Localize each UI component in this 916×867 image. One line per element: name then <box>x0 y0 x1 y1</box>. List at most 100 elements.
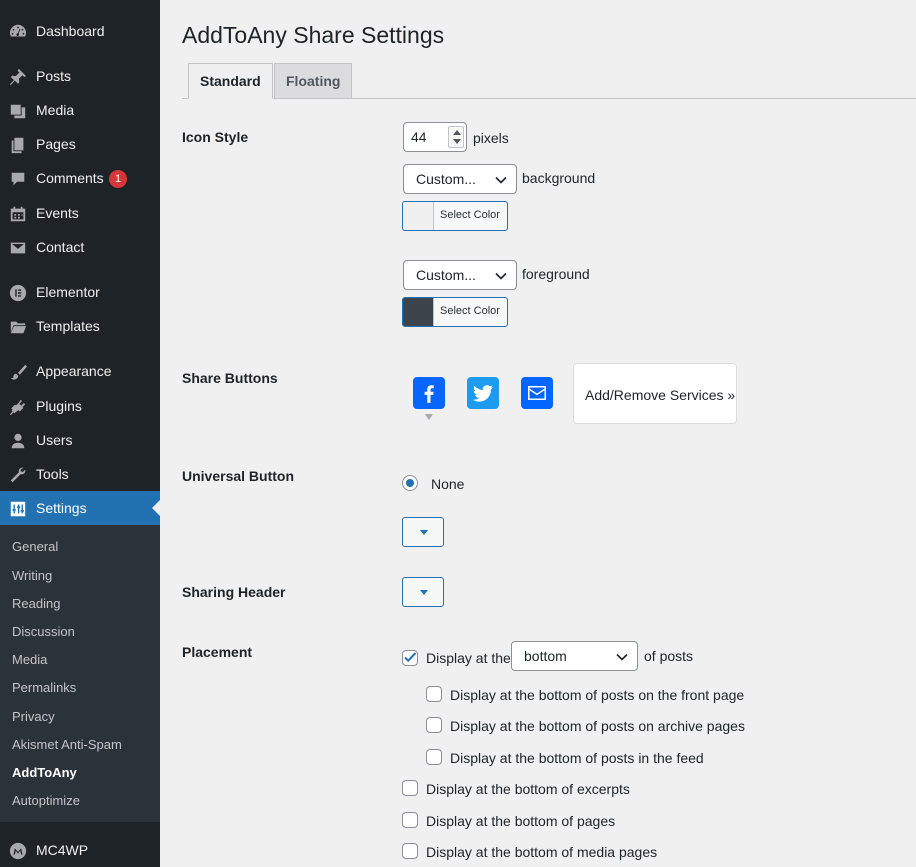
background-select-value: Custom... <box>416 171 476 187</box>
menu-appearance[interactable]: Appearance <box>0 354 160 388</box>
spin-down-icon <box>453 139 461 144</box>
chevron-down-icon <box>495 176 507 184</box>
comment-icon <box>8 169 28 189</box>
feed-checkbox[interactable] <box>426 749 442 765</box>
background-label: background <box>522 170 596 186</box>
menu-label: Users <box>36 432 73 448</box>
twitter-icon[interactable] <box>467 377 499 409</box>
submenu-privacy[interactable]: Privacy <box>12 709 55 724</box>
facebook-icon[interactable] <box>413 377 445 409</box>
pin-icon <box>8 67 28 87</box>
display-posts-suffix: of posts <box>644 648 694 664</box>
menu-label: Templates <box>36 318 100 334</box>
background-color-button[interactable]: Select Color <box>402 201 508 231</box>
sharing-header-toggle[interactable] <box>402 577 444 607</box>
sliders-icon <box>8 499 28 519</box>
foreground-label: foreground <box>522 266 590 282</box>
placement-position-value: bottom <box>524 648 567 664</box>
page-title: AddToAny Share Settings <box>182 22 445 48</box>
comments-count-badge: 1 <box>109 170 127 188</box>
menu-label: Appearance <box>36 363 112 379</box>
add-remove-services-label: Add/Remove Services » <box>585 387 736 403</box>
menu-settings[interactable]: Settings <box>0 491 160 525</box>
media-icon <box>8 101 28 121</box>
media-pages-checkbox[interactable] <box>402 843 418 859</box>
envelope-icon <box>8 238 28 258</box>
sharing-header-label: Sharing Header <box>182 584 286 600</box>
chevron-down-icon <box>616 653 628 661</box>
menu-label: Dashboard <box>36 23 105 39</box>
share-buttons-label: Share Buttons <box>182 370 278 386</box>
foreground-color-swatch <box>403 298 434 326</box>
foreground-color-button[interactable]: Select Color <box>402 297 508 327</box>
tab-standard[interactable]: Standard <box>188 63 273 99</box>
spin-up-icon <box>453 130 461 135</box>
plugin-icon <box>8 397 28 417</box>
pages-icon <box>8 135 28 155</box>
checkmark-icon <box>404 652 417 663</box>
menu-users[interactable]: Users <box>0 423 160 457</box>
media-pages-label: Display at the bottom of media pages <box>426 844 658 860</box>
icon-size-spinner[interactable] <box>448 126 464 148</box>
menu-templates[interactable]: Templates <box>0 309 160 343</box>
display-posts-checkbox[interactable] <box>402 650 418 666</box>
add-remove-services-button[interactable]: Add/Remove Services » <box>573 363 737 424</box>
background-color-swatch <box>403 202 434 230</box>
submenu-writing[interactable]: Writing <box>12 568 52 583</box>
menu-label: Pages <box>36 136 76 152</box>
universal-button-toggle[interactable] <box>402 517 444 547</box>
icon-size-value: 44 <box>411 129 427 145</box>
menu-plugins[interactable]: Plugins <box>0 389 160 423</box>
foreground-select[interactable]: Custom... <box>403 260 517 290</box>
current-menu-arrow <box>152 500 160 516</box>
drag-handle-caret[interactable] <box>425 414 433 420</box>
submenu-akismet[interactable]: Akismet Anti-Spam <box>12 737 122 752</box>
archive-pages-checkbox[interactable] <box>426 717 442 733</box>
menu-label: Media <box>36 102 75 118</box>
menu-events[interactable]: Events <box>0 196 160 230</box>
select-color-label: Select Color <box>440 305 500 317</box>
front-page-label: Display at the bottom of posts on the fr… <box>450 687 745 703</box>
menu-dashboard[interactable]: Dashboard <box>0 14 160 48</box>
user-icon <box>8 431 28 451</box>
radio-selected-dot <box>406 479 414 487</box>
menu-label: Comments <box>36 170 104 186</box>
menu-pages[interactable]: Pages <box>0 127 160 161</box>
menu-label: Contact <box>36 239 85 255</box>
dashboard-icon <box>8 22 28 42</box>
elementor-icon <box>8 283 28 303</box>
placement-label: Placement <box>182 644 253 660</box>
menu-contact[interactable]: Contact <box>0 230 160 264</box>
submenu-addtoany[interactable]: AddToAny <box>12 765 77 780</box>
menu-label: Elementor <box>36 284 100 300</box>
icon-size-input[interactable]: 44 <box>403 122 467 152</box>
menu-elementor[interactable]: Elementor <box>0 275 160 309</box>
tab-floating[interactable]: Floating <box>274 63 353 99</box>
submenu-reading[interactable]: Reading <box>12 596 60 611</box>
submenu-general[interactable]: General <box>12 539 58 554</box>
front-page-checkbox[interactable] <box>426 686 442 702</box>
menu-comments[interactable]: Comments 1 <box>0 161 160 195</box>
icon-size-unit: pixels <box>473 130 509 146</box>
submenu-discussion[interactable]: Discussion <box>12 624 75 639</box>
menu-tools[interactable]: Tools <box>0 457 160 491</box>
excerpts-checkbox[interactable] <box>402 780 418 796</box>
calendar-icon <box>8 204 28 224</box>
menu-mc4wp[interactable]: MC4WP <box>0 833 160 867</box>
chevron-down-icon <box>495 272 507 280</box>
background-select[interactable]: Custom... <box>403 164 517 194</box>
email-icon[interactable] <box>521 377 553 409</box>
pages-checkbox[interactable] <box>402 812 418 828</box>
placement-position-select[interactable]: bottom <box>511 641 638 671</box>
wrench-icon <box>8 465 28 485</box>
submenu-permalinks[interactable]: Permalinks <box>12 680 76 695</box>
menu-posts[interactable]: Posts <box>0 59 160 93</box>
menu-media[interactable]: Media <box>0 93 160 127</box>
caret-down-icon <box>420 590 428 595</box>
display-posts-prefix: Display at the <box>426 650 511 666</box>
universal-none-radio[interactable] <box>402 475 418 491</box>
icon-style-label: Icon Style <box>182 129 249 145</box>
universal-button-label: Universal Button <box>182 468 295 484</box>
submenu-media[interactable]: Media <box>12 652 47 667</box>
submenu-autoptimize[interactable]: Autoptimize <box>12 793 80 808</box>
